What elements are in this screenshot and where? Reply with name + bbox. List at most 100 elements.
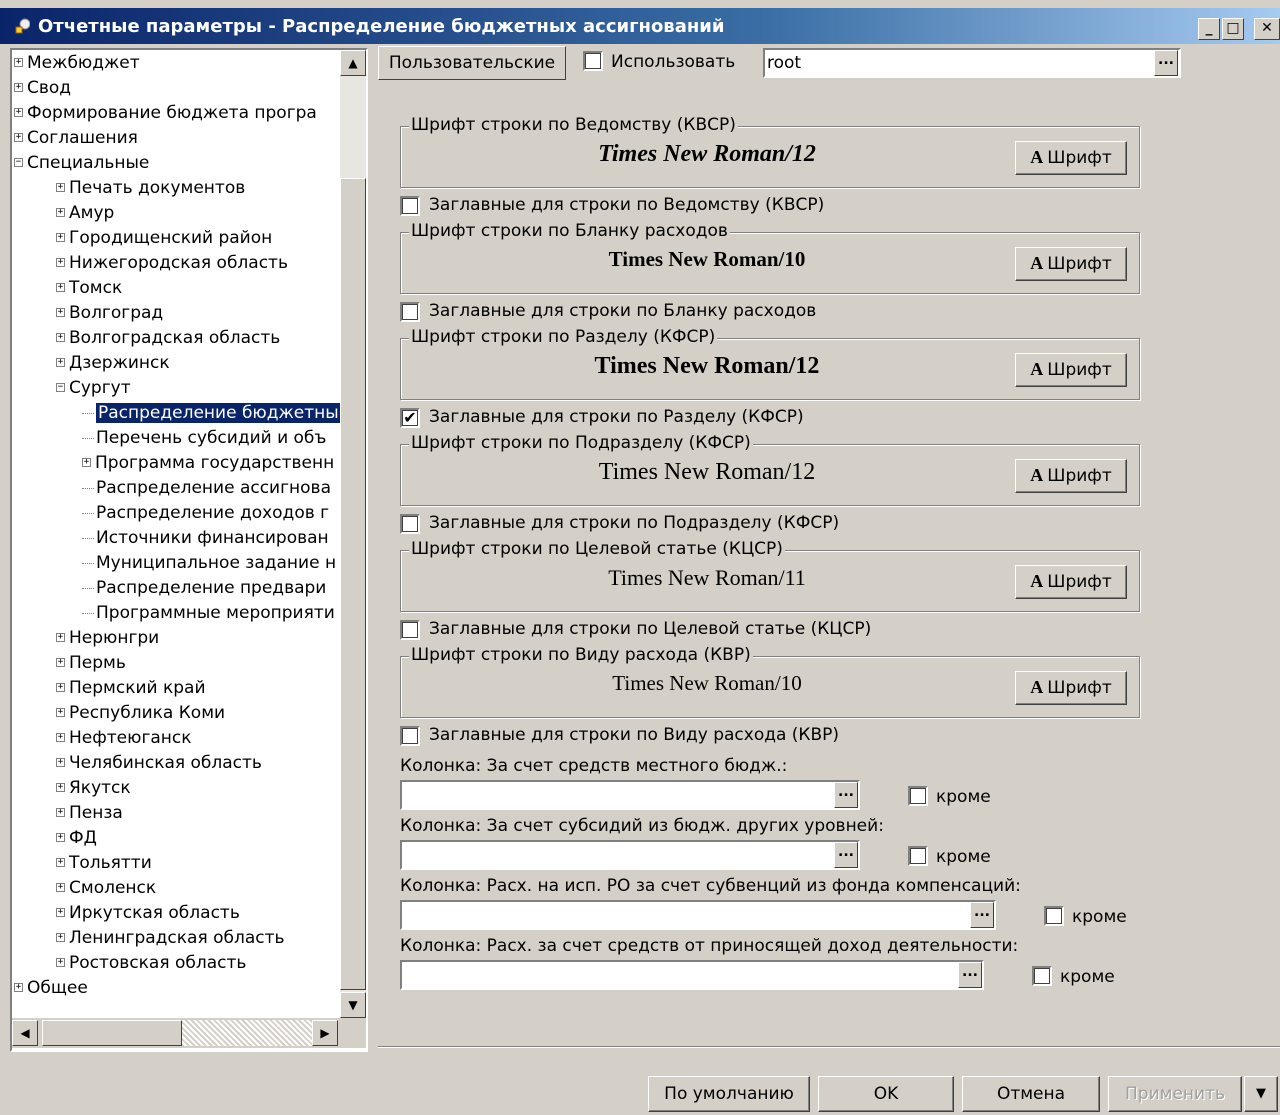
expand-icon[interactable]: + [56, 907, 65, 917]
collapse-icon[interactable]: − [14, 157, 23, 167]
tree-item[interactable]: + Пермь [56, 652, 126, 676]
expand-icon[interactable]: + [56, 707, 65, 717]
expand-icon[interactable]: + [56, 857, 65, 867]
expand-icon[interactable]: + [56, 207, 65, 217]
tree-item[interactable]: Распределение предвари [82, 577, 326, 601]
tree-item[interactable]: + Волгоградская область [56, 327, 280, 351]
except-checkbox[interactable] [1044, 906, 1064, 926]
column-select-button[interactable]: ... [958, 962, 982, 988]
hscroll-thumb[interactable] [42, 1020, 182, 1046]
scroll-down-icon[interactable]: ▼ [340, 992, 366, 1018]
tree-item[interactable]: + Формирование бюджета програ [14, 102, 317, 126]
apply-dropdown-icon[interactable]: ▼ [1244, 1076, 1278, 1112]
expand-icon[interactable]: + [82, 457, 91, 467]
expand-icon[interactable]: + [56, 282, 65, 292]
tree-item[interactable]: − Сургут [56, 377, 131, 401]
tree-item[interactable]: + Пермский край [56, 677, 206, 701]
tree-item[interactable]: + Волгоград [56, 302, 163, 326]
column-field[interactable] [400, 960, 984, 990]
expand-icon[interactable]: + [56, 882, 65, 892]
tree-item[interactable]: Муниципальное задание н [82, 552, 336, 576]
font-button[interactable]: A Шрифт [1015, 141, 1127, 175]
scroll-up-icon[interactable]: ▲ [340, 50, 366, 76]
expand-icon[interactable]: + [56, 332, 65, 342]
window-title-bar[interactable]: Отчетные параметры - Распределение бюдже… [0, 8, 1280, 44]
column-select-button[interactable]: ... [970, 902, 994, 928]
cancel-button[interactable]: Отмена [962, 1076, 1100, 1112]
tree-item[interactable]: + Челябинская область [56, 752, 262, 776]
tree-item[interactable]: + Печать документов [56, 177, 245, 201]
tree-item[interactable]: Распределение ассигнова [82, 477, 331, 501]
tree-item[interactable]: + Нижегородская область [56, 252, 288, 276]
tree-item[interactable]: + Томск [56, 277, 122, 301]
expand-icon[interactable]: + [56, 257, 65, 267]
except-checkbox[interactable] [908, 786, 928, 806]
font-button[interactable]: A Шрифт [1015, 459, 1127, 493]
tree-list[interactable]: + Межбюджет + Свод + Формирование бюджета про… [12, 50, 340, 1018]
report-tree[interactable]: + Межбюджет + Свод + Формирование бюджета про… [10, 48, 368, 1052]
expand-icon[interactable]: + [14, 982, 23, 992]
scroll-right-icon[interactable]: ▶ [312, 1020, 338, 1046]
expand-icon[interactable]: + [56, 182, 65, 192]
tree-item[interactable]: + Амур [56, 202, 114, 226]
tree-item[interactable]: + Свод [14, 77, 71, 101]
scroll-thumb[interactable] [340, 178, 366, 990]
column-field[interactable] [400, 840, 860, 870]
tree-item[interactable]: + Нерюнгри [56, 627, 159, 651]
tree-item[interactable]: + Якутск [56, 777, 131, 801]
expand-icon[interactable]: + [56, 757, 65, 767]
profile-select-button[interactable]: ... [1154, 50, 1178, 76]
tree-item[interactable]: + Дзержинск [56, 352, 170, 376]
close-button[interactable]: ✕ [1254, 18, 1280, 40]
caps-checkbox[interactable] [400, 620, 420, 640]
default-button[interactable]: По умолчанию [648, 1076, 810, 1112]
tree-horizontal-scrollbar[interactable]: ◀ ▶ [12, 1018, 366, 1048]
preset-button[interactable]: Пользовательские [378, 46, 566, 80]
tree-item[interactable]: + Общее [14, 977, 88, 1001]
tree-item[interactable]: Программные мероприяти [82, 602, 335, 626]
hscroll-track[interactable] [182, 1020, 312, 1046]
tree-item[interactable]: Распределение доходов г [82, 502, 329, 526]
scroll-left-icon[interactable]: ◀ [12, 1020, 38, 1046]
font-button[interactable]: A Шрифт [1015, 247, 1127, 281]
tree-item[interactable]: + Иркутская область [56, 902, 240, 926]
column-select-button[interactable]: ... [834, 842, 858, 868]
expand-icon[interactable]: + [56, 307, 65, 317]
tree-item[interactable]: + Городищенский район [56, 227, 272, 251]
tree-item[interactable]: + Тольятти [56, 852, 152, 876]
maximize-button[interactable]: □ [1222, 18, 1244, 40]
font-button[interactable]: A Шрифт [1015, 671, 1127, 705]
tree-item[interactable]: Распределение бюджетны [82, 402, 340, 426]
column-select-button[interactable]: ... [834, 782, 858, 808]
expand-icon[interactable]: + [56, 957, 65, 967]
expand-icon[interactable]: + [56, 657, 65, 667]
expand-icon[interactable]: + [56, 357, 65, 367]
tree-vertical-scrollbar[interactable]: ▲ ▼ [340, 50, 366, 1018]
expand-icon[interactable]: + [14, 132, 23, 142]
tree-item[interactable]: + Республика Коми [56, 702, 225, 726]
expand-icon[interactable]: + [56, 782, 65, 792]
tree-item[interactable]: + Нефтеюганск [56, 727, 192, 751]
tree-item[interactable]: Источники финансирован [82, 527, 329, 551]
tree-item[interactable]: + ФД [56, 827, 97, 851]
collapse-icon[interactable]: − [56, 382, 65, 392]
tree-item[interactable]: − Специальные [14, 152, 149, 176]
tree-item[interactable]: + Смоленск [56, 877, 156, 901]
tree-item[interactable]: + Соглашения [14, 127, 138, 151]
minimize-button[interactable]: _ [1198, 18, 1220, 40]
expand-icon[interactable]: + [56, 682, 65, 692]
expand-icon[interactable]: + [56, 732, 65, 742]
column-field[interactable] [400, 900, 996, 930]
except-checkbox[interactable] [1032, 966, 1052, 986]
caps-checkbox[interactable]: ✔ [400, 408, 420, 428]
caps-checkbox[interactable] [400, 196, 420, 216]
profile-field[interactable]: root [763, 48, 1181, 78]
expand-icon[interactable]: + [56, 807, 65, 817]
apply-button[interactable]: Применить [1108, 1076, 1242, 1112]
tree-item[interactable]: + Пенза [56, 802, 123, 826]
caps-checkbox[interactable] [400, 726, 420, 746]
expand-icon[interactable]: + [56, 932, 65, 942]
tree-item[interactable]: + Программа государственн [82, 452, 334, 476]
tree-item[interactable]: + Ленинградская область [56, 927, 285, 951]
expand-icon[interactable]: + [14, 57, 23, 67]
